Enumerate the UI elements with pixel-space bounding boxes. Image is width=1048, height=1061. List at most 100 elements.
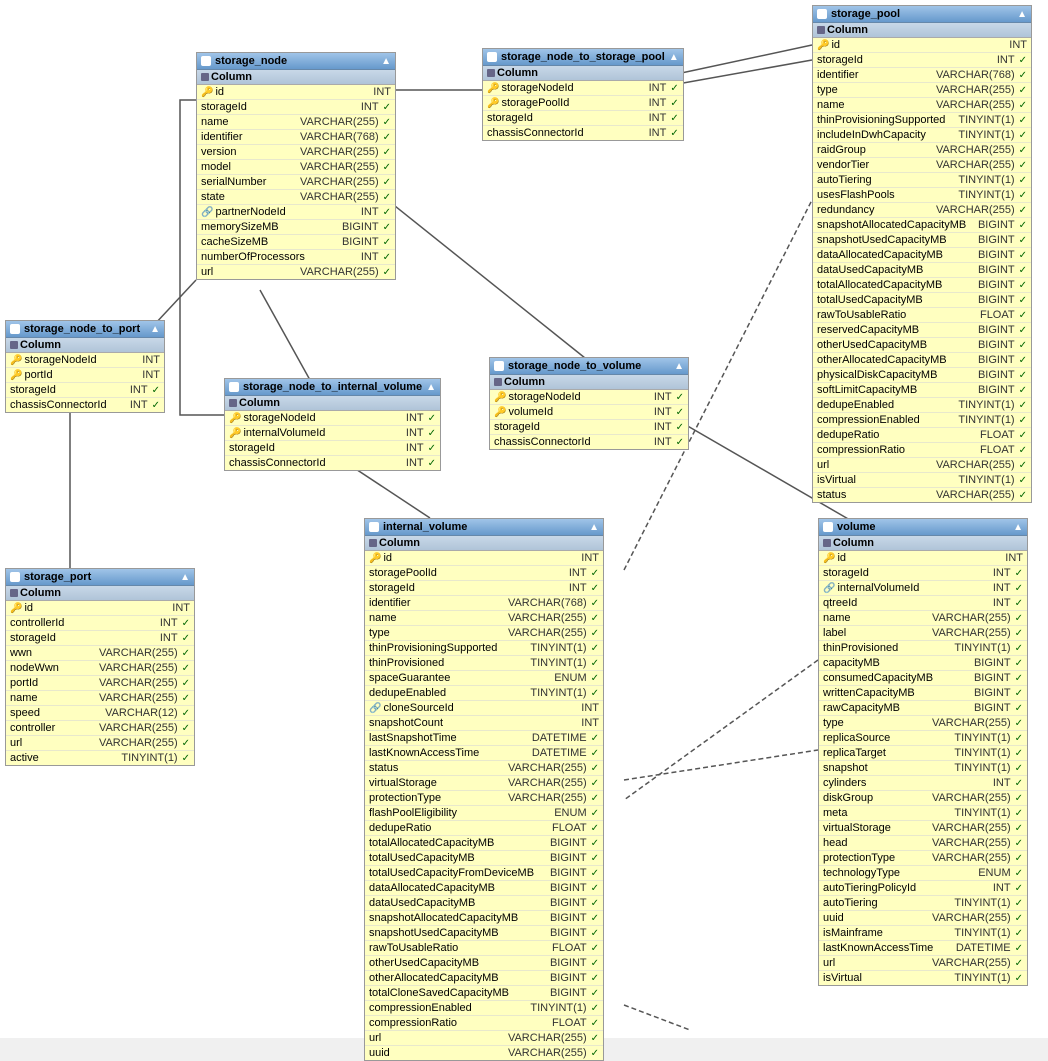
table-row: 🔗internalVolumeIdINT✓ bbox=[819, 581, 1027, 596]
table-row: autoTieringTINYINT(1)✓ bbox=[813, 173, 1031, 188]
table-row: isVirtualTINYINT(1)✓ bbox=[813, 473, 1031, 488]
table-row: snapshotUsedCapacityMBBIGINT✓ bbox=[365, 926, 603, 941]
table-row: writtenCapacityMBBIGINT✓ bbox=[819, 686, 1027, 701]
table-row: softLimitCapacityMBBIGINT✓ bbox=[813, 383, 1031, 398]
table-row: totalAllocatedCapacityMBBIGINT✓ bbox=[813, 278, 1031, 293]
table-row: urlVARCHAR(255)✓ bbox=[365, 1031, 603, 1046]
table-volume: volume ▲ Column 🔑idINT storageIdINT✓ 🔗in… bbox=[818, 518, 1028, 986]
table-row: rawCapacityMBBIGINT✓ bbox=[819, 701, 1027, 716]
table-row: rawToUsableRatioFLOAT✓ bbox=[365, 941, 603, 956]
table-row: compressionRatioFLOAT✓ bbox=[365, 1016, 603, 1031]
table-row: redundancyVARCHAR(255)✓ bbox=[813, 203, 1031, 218]
table-row: storageIdINT✓ bbox=[813, 53, 1031, 68]
table-row: dedupeEnabledTINYINT(1)✓ bbox=[813, 398, 1031, 413]
table-row: totalUsedCapacityMBBIGINT✓ bbox=[813, 293, 1031, 308]
table-row: typeVARCHAR(255)✓ bbox=[365, 626, 603, 641]
table-row: diskGroupVARCHAR(255)✓ bbox=[819, 791, 1027, 806]
table-header-sntiv: storage_node_to_internal_volume ▲ bbox=[225, 379, 440, 396]
table-row: speedVARCHAR(12)✓ bbox=[6, 706, 194, 721]
table-row: statusVARCHAR(255)✓ bbox=[813, 488, 1031, 502]
table-row: thinProvisioningSupportedTINYINT(1)✓ bbox=[813, 113, 1031, 128]
table-row: versionVARCHAR(255)✓ bbox=[197, 145, 395, 160]
table-row: chassisConnectorIdINT✓ bbox=[483, 126, 683, 140]
table-row: 🔑storageNodeIdINT bbox=[6, 353, 164, 368]
table-row: nameVARCHAR(255)✓ bbox=[819, 611, 1027, 626]
table-row: lastKnownAccessTimeDATETIME✓ bbox=[365, 746, 603, 761]
table-row: nameVARCHAR(255)✓ bbox=[365, 611, 603, 626]
table-row: snapshotAllocatedCapacityMBBIGINT✓ bbox=[365, 911, 603, 926]
diagram-canvas: storage_pool ▲ Column 🔑idINT storageIdIN… bbox=[0, 0, 1048, 1038]
table-row: urlVARCHAR(255)✓ bbox=[813, 458, 1031, 473]
table-row: totalAllocatedCapacityMBBIGINT✓ bbox=[365, 836, 603, 851]
col-header-volume: Column bbox=[819, 536, 1027, 551]
table-row: storageIdINT✓ bbox=[225, 441, 440, 456]
col-header-storage-pool: Column bbox=[813, 23, 1031, 38]
table-row: storageIdINT✓ bbox=[483, 111, 683, 126]
table-row: usesFlashPoolsTINYINT(1)✓ bbox=[813, 188, 1031, 203]
table-header-storage-pool: storage_pool ▲ bbox=[813, 6, 1031, 23]
table-row: protectionTypeVARCHAR(255)✓ bbox=[365, 791, 603, 806]
table-row: uuidVARCHAR(255)✓ bbox=[819, 911, 1027, 926]
col-header-storage-port: Column bbox=[6, 586, 194, 601]
table-row: isVirtualTINYINT(1)✓ bbox=[819, 971, 1027, 985]
col-header-sntv: Column bbox=[490, 375, 688, 390]
table-row: serialNumberVARCHAR(255)✓ bbox=[197, 175, 395, 190]
table-header-iv: internal_volume ▲ bbox=[365, 519, 603, 536]
table-row: activeTINYINT(1)✓ bbox=[6, 751, 194, 765]
table-row: thinProvisionedTINYINT(1)✓ bbox=[365, 656, 603, 671]
table-row: identifierVARCHAR(768)✓ bbox=[813, 68, 1031, 83]
table-row: storageIdINT✓ bbox=[6, 631, 194, 646]
table-row: 🔑storagePoolIdINT✓ bbox=[483, 96, 683, 111]
table-row: snapshotTINYINT(1)✓ bbox=[819, 761, 1027, 776]
table-row: chassisConnectorIdINT✓ bbox=[6, 398, 164, 412]
table-row: qtreeIdINT✓ bbox=[819, 596, 1027, 611]
table-row: storageIdINT✓ bbox=[6, 383, 164, 398]
table-row: 🔑internalVolumeIdINT✓ bbox=[225, 426, 440, 441]
table-row: storageIdINT✓ bbox=[365, 581, 603, 596]
table-row: compressionRatioFLOAT✓ bbox=[813, 443, 1031, 458]
table-row: cacheSizeMBBIGINT✓ bbox=[197, 235, 395, 250]
table-row: 🔑storageNodeIdINT✓ bbox=[490, 390, 688, 405]
table-row: nameVARCHAR(255)✓ bbox=[197, 115, 395, 130]
table-row: 🔑idINT bbox=[819, 551, 1027, 566]
table-row: wwnVARCHAR(255)✓ bbox=[6, 646, 194, 661]
table-row: urlVARCHAR(255)✓ bbox=[6, 736, 194, 751]
table-row: totalUsedCapacityFromDeviceMBBIGINT✓ bbox=[365, 866, 603, 881]
table-row: autoTieringTINYINT(1)✓ bbox=[819, 896, 1027, 911]
col-header-sntp: Column bbox=[6, 338, 164, 353]
table-row: 🔑volumeIdINT✓ bbox=[490, 405, 688, 420]
table-row: rawToUsableRatioFLOAT✓ bbox=[813, 308, 1031, 323]
table-row: compressionEnabledTINYINT(1)✓ bbox=[813, 413, 1031, 428]
table-storage-node-to-volume: storage_node_to_volume ▲ Column 🔑storage… bbox=[489, 357, 689, 450]
table-row: urlVARCHAR(255)✓ bbox=[197, 265, 395, 279]
table-storage-node-to-storage-pool: storage_node_to_storage_pool ▲ Column 🔑s… bbox=[482, 48, 684, 141]
table-row: stateVARCHAR(255)✓ bbox=[197, 190, 395, 205]
table-row: dedupeRatioFLOAT✓ bbox=[813, 428, 1031, 443]
table-header-sntv: storage_node_to_volume ▲ bbox=[490, 358, 688, 375]
table-row: chassisConnectorIdINT✓ bbox=[225, 456, 440, 470]
table-row: isMainframeTINYINT(1)✓ bbox=[819, 926, 1027, 941]
table-row: 🔑idINT bbox=[365, 551, 603, 566]
table-internal-volume: internal_volume ▲ Column 🔑idINT storageP… bbox=[364, 518, 604, 1061]
col-header-sntsp: Column bbox=[483, 66, 683, 81]
table-storage-node: storage_node ▲ Column 🔑idINT storageIdIN… bbox=[196, 52, 396, 280]
table-row: flashPoolEligibilityENUM✓ bbox=[365, 806, 603, 821]
table-row: 🔗cloneSourceIdINT bbox=[365, 701, 603, 716]
table-row: totalUsedCapacityMBBIGINT✓ bbox=[365, 851, 603, 866]
table-row: technologyTypeENUM✓ bbox=[819, 866, 1027, 881]
table-row: identifierVARCHAR(768)✓ bbox=[365, 596, 603, 611]
table-row: lastKnownAccessTimeDATETIME✓ bbox=[819, 941, 1027, 956]
table-storage-node-to-port: storage_node_to_port ▲ Column 🔑storageNo… bbox=[5, 320, 165, 413]
table-row: nodeWwnVARCHAR(255)✓ bbox=[6, 661, 194, 676]
table-row: dataUsedCapacityMBBIGINT✓ bbox=[813, 263, 1031, 278]
table-row: replicaTargetTINYINT(1)✓ bbox=[819, 746, 1027, 761]
table-row: 🔑portIdINT bbox=[6, 368, 164, 383]
table-row: replicaSourceTINYINT(1)✓ bbox=[819, 731, 1027, 746]
table-row: otherAllocatedCapacityMBBIGINT✓ bbox=[813, 353, 1031, 368]
table-row: virtualStorageVARCHAR(255)✓ bbox=[819, 821, 1027, 836]
table-header-storage-node: storage_node ▲ bbox=[197, 53, 395, 70]
table-row: modelVARCHAR(255)✓ bbox=[197, 160, 395, 175]
table-row: chassisConnectorIdINT✓ bbox=[490, 435, 688, 449]
table-row: 🔗partnerNodeIdINT✓ bbox=[197, 205, 395, 220]
table-row: consumedCapacityMBBIGINT✓ bbox=[819, 671, 1027, 686]
